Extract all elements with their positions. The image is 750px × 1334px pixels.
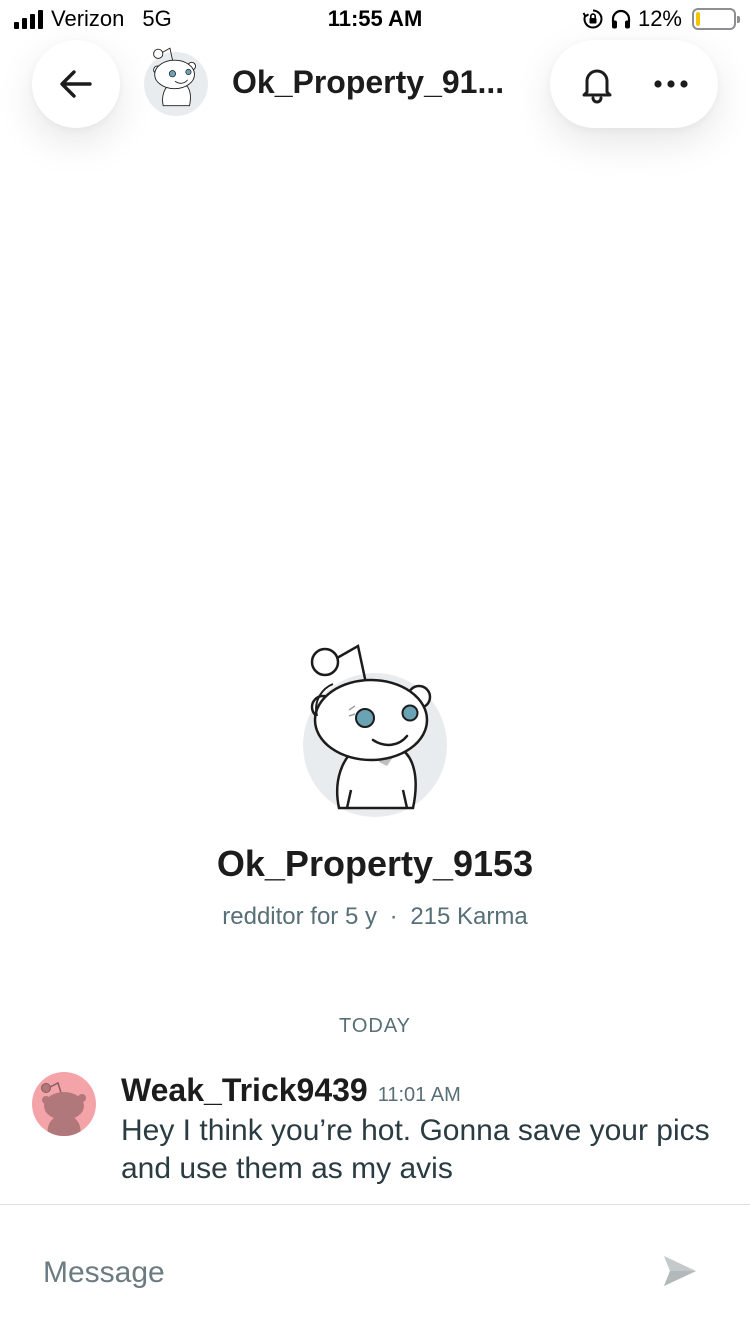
message-header: Weak_Trick9439 11:01 AM xyxy=(121,1072,461,1109)
profile-meta: redditor for 5 y · 215 Karma xyxy=(0,903,750,931)
more-options-button[interactable] xyxy=(641,54,701,114)
message-timestamp: 11:01 AM xyxy=(377,1084,461,1106)
snoo-avatar-icon xyxy=(41,1081,86,1136)
orientation-lock-icon xyxy=(582,9,603,29)
profile-username: Ok_Property_9153 xyxy=(216,843,534,884)
header-avatar[interactable] xyxy=(144,47,208,116)
message-input[interactable] xyxy=(43,1253,603,1293)
battery-level xyxy=(696,12,701,26)
meta-separator: · xyxy=(389,903,398,930)
battery-percent: 12% xyxy=(637,6,682,31)
day-divider-label: TODAY xyxy=(338,1015,412,1037)
headphones-icon xyxy=(611,9,631,29)
battery-icon xyxy=(692,8,740,30)
notifications-button[interactable] xyxy=(567,54,627,114)
status-bar: Verizon 5G 11:55 AM 12% xyxy=(0,0,750,40)
back-button[interactable] xyxy=(32,40,120,128)
message-author[interactable]: Weak_Trick9439 xyxy=(121,1072,368,1109)
header-actions xyxy=(550,40,718,128)
profile-karma: 215 Karma xyxy=(410,903,528,930)
arrow-left-icon xyxy=(60,70,92,98)
profile-avatar[interactable] xyxy=(303,640,447,820)
more-horizontal-icon xyxy=(654,80,688,88)
bell-icon xyxy=(582,69,612,104)
header-title: Ok_Property_91... xyxy=(232,64,505,100)
send-button[interactable] xyxy=(656,1249,704,1293)
snoo-avatar-icon xyxy=(150,47,202,109)
message-author-avatar[interactable] xyxy=(32,1072,96,1136)
message-composer xyxy=(0,1204,750,1334)
status-bar-right: 12% xyxy=(582,6,740,32)
snoo-avatar-icon xyxy=(303,644,447,817)
message-text: Hey I think you’re hot. Gonna save your … xyxy=(121,1114,710,1185)
send-icon xyxy=(664,1256,696,1286)
profile-tenure: redditor for 5 y xyxy=(222,903,377,930)
